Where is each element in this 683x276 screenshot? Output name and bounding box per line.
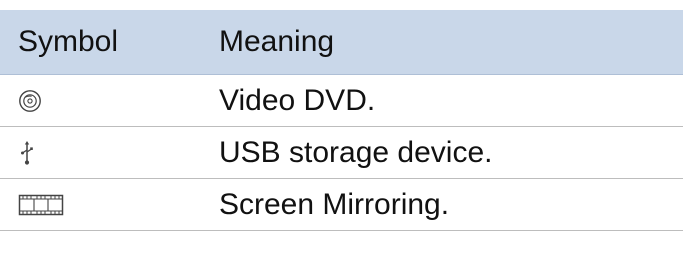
header-symbol-label: Symbol: [18, 25, 119, 58]
meaning-cell: USB storage device.: [219, 135, 493, 169]
header-symbol-cell: Symbol: [0, 27, 219, 57]
symbol-cell: [0, 193, 219, 217]
meaning-cell: Video DVD.: [219, 83, 376, 117]
table-header-row: Symbol Meaning: [0, 10, 683, 75]
dvd-disc-icon: [18, 89, 42, 113]
table-row-usb-storage: USB storage device.: [0, 127, 683, 179]
film-strip-icon: [18, 193, 64, 217]
table-row-screen-mirroring: Screen Mirroring.: [0, 179, 683, 231]
meaning-cell: Screen Mirroring.: [219, 187, 450, 221]
usb-icon: [18, 140, 36, 166]
symbol-cell: [0, 89, 219, 113]
header-meaning-cell: Meaning: [219, 27, 683, 57]
table-row-video-dvd: Video DVD.: [0, 75, 683, 127]
symbol-cell: [0, 140, 219, 166]
header-meaning-label: Meaning: [219, 25, 335, 58]
symbol-meaning-table: Symbol Meaning Video DVD. USB storage de…: [0, 10, 683, 231]
